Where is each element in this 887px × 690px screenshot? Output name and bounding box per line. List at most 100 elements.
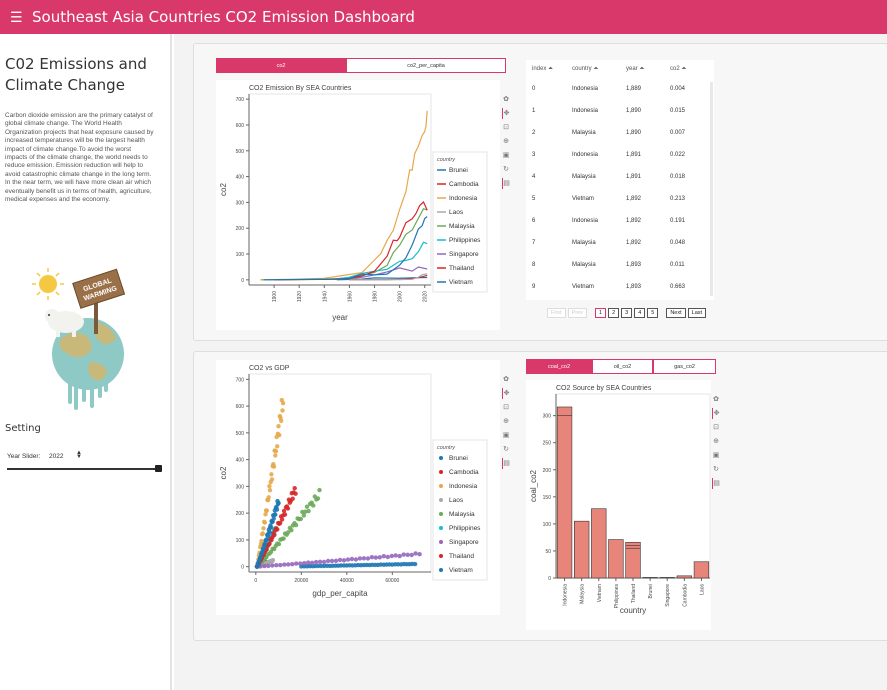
table-row[interactable]: 5 Vietnam 1,892 0.213: [526, 188, 712, 210]
box-zoom-icon[interactable]: ⊡: [712, 422, 721, 433]
scatter-point-indonesia: [280, 401, 286, 406]
scatter-point-singapore: [274, 563, 279, 568]
legend-label: Brunei: [449, 455, 468, 462]
table-body: 0 Indonesia 1,889 0.004 1 Indonesia 1,890 0.015…: [526, 78, 712, 298]
reset-icon[interactable]: ↻: [502, 164, 511, 175]
pager-next-button[interactable]: Next: [666, 308, 686, 318]
pager-page-2[interactable]: 2: [608, 308, 620, 318]
hover-icon[interactable]: ▤: [501, 458, 511, 469]
scatter-point-vietnam: [276, 500, 281, 506]
year-slider-value[interactable]: 2022: [49, 453, 63, 460]
bokeh-logo-icon[interactable]: ✿: [502, 374, 511, 385]
scatter-point-singapore: [278, 562, 283, 568]
column-header-index[interactable]: index ⏶: [526, 60, 566, 78]
x-tick-label: Malaysia: [580, 584, 586, 604]
x-tick-label: 1900: [272, 291, 278, 302]
scatter-point-singapore: [298, 561, 303, 566]
hover-icon[interactable]: ▤: [711, 478, 721, 489]
app-title: Southeast Asia Countries CO2 Emission Da…: [32, 8, 415, 26]
pager-page-1[interactable]: 1: [595, 308, 607, 318]
tab-gas-co2[interactable]: gas_co2: [653, 359, 716, 374]
box-zoom-icon[interactable]: ⊡: [502, 122, 511, 133]
line-chart[interactable]: 0 100 200 300 400 500 600 700 1900 1920 1940 1960 19…: [216, 80, 500, 330]
setting-title: Setting: [5, 423, 41, 434]
hover-icon[interactable]: ▤: [501, 178, 511, 189]
table-scrollbar[interactable]: [710, 82, 713, 296]
scatter-chart[interactable]: 0 100 200 300 400 500 600 700 0 20000 40000 60000 CO…: [216, 360, 500, 615]
scatter-point-singapore: [393, 553, 398, 558]
table-pager: First Prev 1 2 3 4 5 Next Last: [547, 308, 707, 318]
tab-coal-co2[interactable]: coal_co2: [526, 359, 592, 374]
save-icon[interactable]: ▣: [502, 430, 511, 441]
legend-swatch: [439, 484, 443, 488]
wheel-zoom-icon[interactable]: ⊕: [502, 416, 511, 427]
pager-page-5[interactable]: 5: [647, 308, 659, 318]
save-icon[interactable]: ▣: [712, 450, 721, 461]
year-slider-track[interactable]: [7, 468, 161, 470]
scatter-point-indonesia: [280, 408, 285, 413]
pager-prev-button[interactable]: Prev: [567, 308, 588, 318]
pan-icon[interactable]: ✥: [711, 408, 721, 419]
table-cell: 1,892: [626, 218, 642, 224]
tab-co2[interactable]: co2: [216, 58, 346, 73]
table-row[interactable]: 6 Indonesia 1,892 0.191: [526, 210, 712, 232]
y-tick-label: 300: [236, 484, 245, 490]
table-row[interactable]: 8 Malaysia 1,893 0.011: [526, 254, 712, 276]
table-cell: 0: [532, 86, 536, 92]
scatter-point-singapore: [313, 559, 319, 565]
spinner-arrows-icon[interactable]: ▲ ▼: [76, 450, 82, 460]
wheel-zoom-icon[interactable]: ⊕: [502, 136, 511, 147]
scatter-point-singapore: [337, 557, 343, 563]
y-tick-label: 100: [543, 522, 552, 528]
save-icon[interactable]: ▣: [502, 150, 511, 161]
bar-chart[interactable]: 0 50 100 150 200 250 300 CO2 Source by SEA Coun…: [526, 380, 711, 630]
year-slider-label: Year Slider:: [7, 453, 41, 460]
tab-co2-per-capita[interactable]: co2_per_capita: [346, 58, 506, 73]
pager-page-3[interactable]: 3: [621, 308, 633, 318]
scatter-point-singapore: [290, 562, 295, 567]
scatter-point-thailand: [290, 496, 295, 501]
pager-last-button[interactable]: Last: [687, 308, 707, 318]
scatter-point-singapore: [262, 563, 267, 569]
scatter-point-singapore: [309, 560, 315, 565]
table-cell: 8: [532, 262, 536, 268]
plot-frame: [248, 93, 432, 286]
column-header-co2[interactable]: co2 ⏶: [664, 60, 712, 78]
tab-oil-co2[interactable]: oil_co2: [592, 359, 653, 374]
table-row[interactable]: 4 Malaysia 1,891 0.018: [526, 166, 712, 188]
pager-first-button[interactable]: First: [547, 308, 566, 318]
table-cell: 1,889: [626, 86, 642, 92]
x-tick-label: 40000: [340, 578, 354, 584]
scatter-point-indonesia: [264, 508, 269, 513]
scatter-point-singapore: [401, 552, 406, 557]
table-cell: 0.663: [670, 284, 686, 290]
reset-icon[interactable]: ↻: [712, 464, 721, 475]
table-cell: Indonesia: [572, 86, 599, 92]
bokeh-logo-icon[interactable]: ✿: [502, 94, 511, 105]
column-header-year[interactable]: year ⏶: [620, 60, 664, 78]
pan-icon[interactable]: ✥: [501, 108, 511, 119]
pager-page-4[interactable]: 4: [634, 308, 646, 318]
scatter-point-malaysia: [317, 487, 322, 493]
table-row[interactable]: 1 Indonesia 1,890 0.015: [526, 100, 712, 122]
y-tick-label: 500: [236, 149, 245, 155]
table-row[interactable]: 7 Malaysia 1,892 0.048: [526, 232, 712, 254]
y-tick-label: 100: [236, 538, 245, 544]
y-axis-label: co2: [219, 466, 228, 479]
year-slider-handle[interactable]: [155, 465, 162, 472]
table-cell: 3: [532, 152, 536, 158]
table-row[interactable]: 9 Vietnam 1,893 0.663: [526, 276, 712, 298]
reset-icon[interactable]: ↻: [502, 444, 511, 455]
wheel-zoom-icon[interactable]: ⊕: [712, 436, 721, 447]
hamburger-icon[interactable]: ☰: [10, 9, 24, 26]
table-row[interactable]: 2 Malaysia 1,890 0.007: [526, 122, 712, 144]
table-row[interactable]: 3 Indonesia 1,891 0.022: [526, 144, 712, 166]
table-cell: 2: [532, 130, 536, 136]
table-row[interactable]: 0 Indonesia 1,889 0.004: [526, 78, 712, 100]
bokeh-logo-icon[interactable]: ✿: [712, 394, 721, 405]
box-zoom-icon[interactable]: ⊡: [502, 402, 511, 413]
column-header-country[interactable]: country ⏶: [566, 60, 620, 78]
y-tick-label: 100: [236, 252, 245, 258]
scatter-point-malaysia: [311, 503, 316, 508]
pan-icon[interactable]: ✥: [501, 388, 511, 399]
